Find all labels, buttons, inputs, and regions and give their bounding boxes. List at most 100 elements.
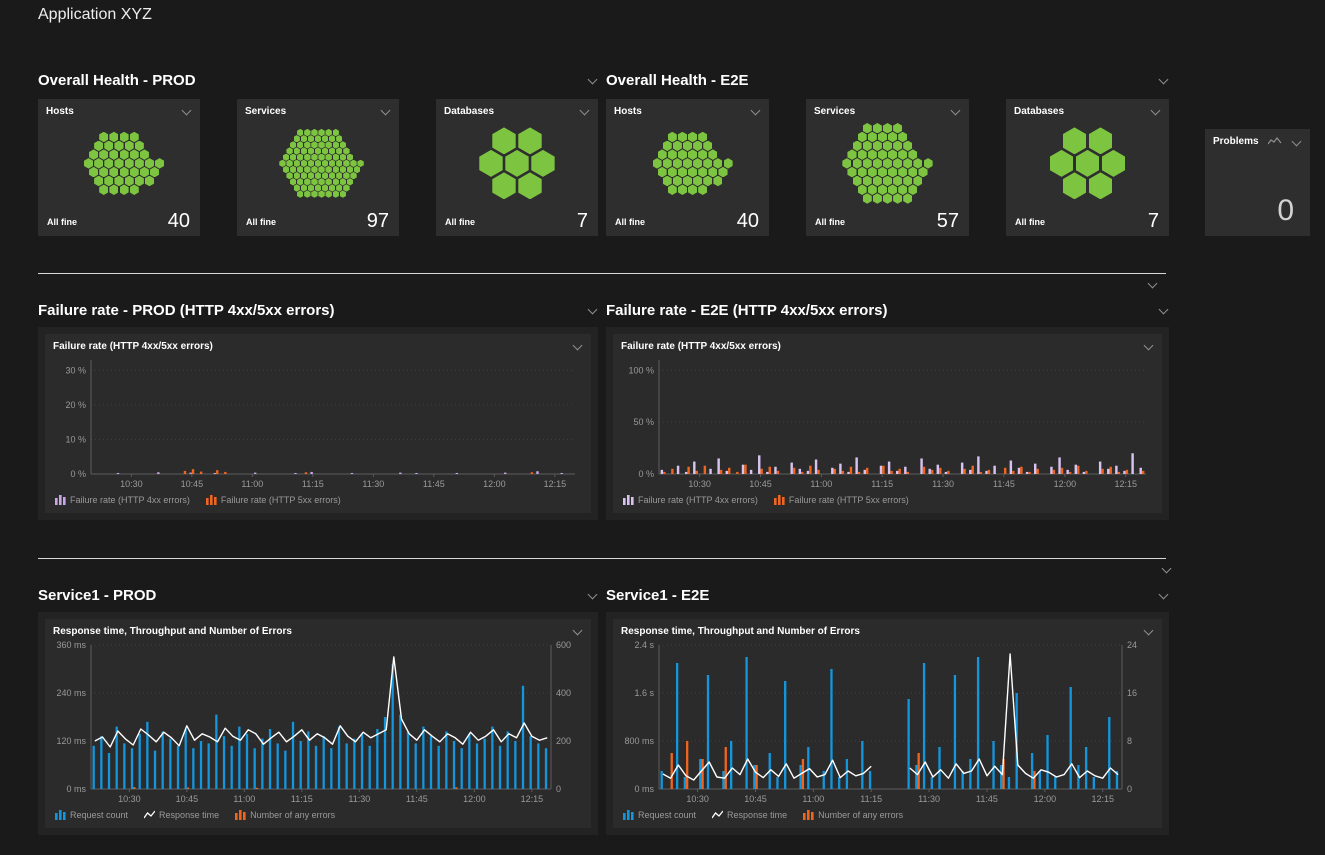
- hexagon[interactable]: [311, 166, 317, 173]
- hexagon[interactable]: [903, 176, 912, 187]
- chevron-down-icon[interactable]: [1159, 590, 1169, 600]
- problems-tile[interactable]: Problems 0: [1205, 129, 1310, 236]
- hexagon[interactable]: [318, 154, 324, 161]
- hexagon[interactable]: [336, 135, 342, 142]
- hexagon[interactable]: [301, 135, 307, 142]
- hexagon[interactable]: [135, 176, 144, 187]
- hexagon[interactable]: [340, 166, 346, 173]
- hexagon[interactable]: [104, 158, 113, 169]
- hexagon[interactable]: [347, 178, 353, 185]
- hexagon[interactable]: [518, 127, 541, 154]
- hexagon[interactable]: [104, 141, 113, 152]
- hexagon[interactable]: [883, 123, 892, 134]
- hexagon[interactable]: [311, 178, 317, 185]
- hexagon[interactable]: [318, 178, 324, 185]
- hexagon[interactable]: [663, 158, 672, 169]
- hexagon[interactable]: [150, 167, 159, 178]
- chart-canvas[interactable]: 360 ms240 ms120 ms0 ms600400200010:3010:…: [45, 637, 591, 806]
- hexagon[interactable]: [99, 167, 108, 178]
- chevron-down-icon[interactable]: [751, 106, 761, 116]
- hexagon[interactable]: [678, 132, 687, 143]
- hexagon[interactable]: [347, 166, 353, 173]
- hexagon[interactable]: [853, 176, 862, 187]
- hexagon[interactable]: [340, 178, 346, 185]
- hexagon[interactable]: [315, 135, 321, 142]
- hexagon[interactable]: [109, 167, 118, 178]
- health-tile-databases-prod[interactable]: Databases All fine 7: [436, 99, 598, 236]
- health-tile-services-prod[interactable]: Services All fine 97: [237, 99, 399, 236]
- hexagon[interactable]: [492, 172, 515, 199]
- chevron-down-icon[interactable]: [1292, 137, 1302, 147]
- hexagon[interactable]: [99, 132, 108, 143]
- hexagon[interactable]: [304, 154, 310, 161]
- hexagon[interactable]: [329, 184, 335, 191]
- hexagon[interactable]: [505, 150, 528, 177]
- hexagon[interactable]: [868, 184, 877, 195]
- hexagon[interactable]: [290, 178, 296, 185]
- hexagon[interactable]: [301, 160, 307, 167]
- hexagon[interactable]: [492, 127, 515, 154]
- hexagon[interactable]: [688, 149, 697, 160]
- hexagon[interactable]: [663, 176, 672, 187]
- hexagon[interactable]: [120, 132, 129, 143]
- hexagon[interactable]: [311, 129, 317, 136]
- hexagon[interactable]: [343, 160, 349, 167]
- hexagon[interactable]: [350, 160, 356, 167]
- failure-rate-e2e-chart[interactable]: 100 %50 %0 %10:3010:4511:0011:1511:3011:…: [613, 352, 1162, 491]
- hexagon[interactable]: [294, 184, 300, 191]
- health-tile-hosts-e2e[interactable]: Hosts All fine 40: [606, 99, 769, 236]
- hexagon[interactable]: [713, 158, 722, 169]
- hexagon[interactable]: [318, 190, 324, 197]
- hexagon[interactable]: [653, 158, 662, 169]
- hexagon[interactable]: [340, 141, 346, 148]
- hexagon[interactable]: [325, 166, 331, 173]
- hexagon[interactable]: [336, 147, 342, 154]
- hexagon[interactable]: [109, 184, 118, 195]
- chevron-down-icon[interactable]: [1144, 626, 1154, 636]
- failure-rate-prod-chart[interactable]: 30 %20 %10 %0 %10:3010:4511:0011:1511:30…: [45, 352, 591, 491]
- hexagon[interactable]: [698, 132, 707, 143]
- hexagon[interactable]: [663, 141, 672, 152]
- hexagon[interactable]: [350, 172, 356, 179]
- chevron-down-icon[interactable]: [588, 590, 598, 600]
- hexagon[interactable]: [343, 184, 349, 191]
- hexagon[interactable]: [343, 147, 349, 154]
- hexagon[interactable]: [903, 158, 912, 169]
- hexagon[interactable]: [84, 158, 93, 169]
- hexagon[interactable]: [145, 176, 154, 187]
- hexagon[interactable]: [89, 149, 98, 160]
- hexagon[interactable]: [878, 149, 887, 160]
- hexagon[interactable]: [898, 149, 907, 160]
- hexagon[interactable]: [290, 141, 296, 148]
- hexagon[interactable]: [94, 141, 103, 152]
- legend-item[interactable]: Failure rate (HTTP 5xx errors): [206, 495, 341, 505]
- hexagon[interactable]: [294, 160, 300, 167]
- hexagon[interactable]: [135, 158, 144, 169]
- hexagon[interactable]: [913, 158, 922, 169]
- hexagon[interactable]: [924, 158, 933, 169]
- hexagon[interactable]: [858, 149, 867, 160]
- hexagon[interactable]: [130, 132, 139, 143]
- hexagon[interactable]: [325, 154, 331, 161]
- hexagon[interactable]: [308, 147, 314, 154]
- hexagon[interactable]: [863, 193, 872, 204]
- hexagon[interactable]: [688, 184, 697, 195]
- hexagon[interactable]: [868, 132, 877, 143]
- hexagon[interactable]: [683, 176, 692, 187]
- hexagon[interactable]: [888, 149, 897, 160]
- hexagon[interactable]: [130, 149, 139, 160]
- hexagon[interactable]: [893, 176, 902, 187]
- hexagon[interactable]: [114, 158, 123, 169]
- hexagon[interactable]: [898, 184, 907, 195]
- legend-item[interactable]: Number of any errors: [803, 810, 903, 820]
- hexagon[interactable]: [873, 176, 882, 187]
- hexagon[interactable]: [290, 154, 296, 161]
- hexagon[interactable]: [308, 184, 314, 191]
- hexagon[interactable]: [315, 172, 321, 179]
- hexagon[interactable]: [863, 123, 872, 134]
- hexagon[interactable]: [333, 129, 339, 136]
- hexagon[interactable]: [708, 149, 717, 160]
- health-tile-databases-e2e[interactable]: Databases All fine 7: [1006, 99, 1169, 236]
- hexagon[interactable]: [698, 149, 707, 160]
- hexagon[interactable]: [336, 172, 342, 179]
